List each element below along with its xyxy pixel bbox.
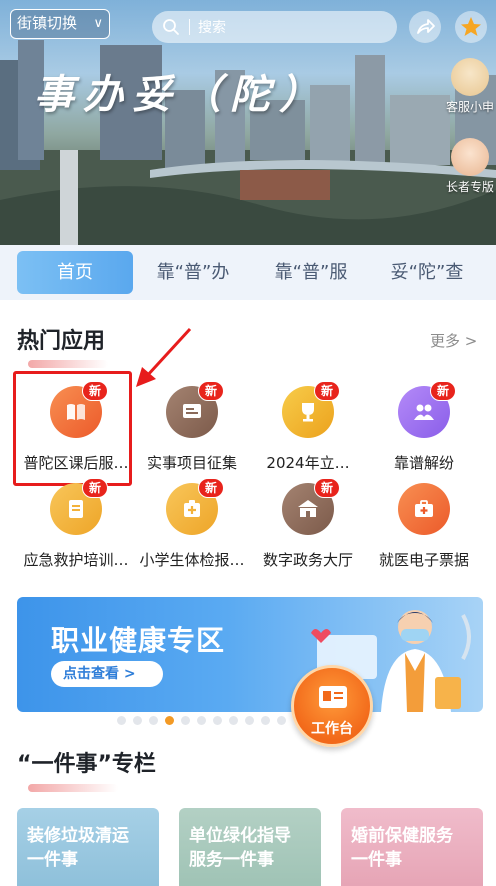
certificate-icon	[69, 500, 83, 518]
app-dispute-resolution[interactable]: 新 靠谱解纷	[362, 381, 486, 473]
app-digital-hall[interactable]: 新 数字政务大厅	[246, 478, 370, 570]
medical-box-icon	[184, 500, 200, 517]
app-icon-bg	[398, 483, 450, 535]
customer-service-label: 客服小申	[445, 100, 494, 114]
senior-mode-widget[interactable]: 长者专版	[440, 138, 496, 195]
search-input[interactable]: 搜索	[152, 11, 397, 43]
senior-mode-label: 长者专版	[445, 180, 494, 194]
tab-service-serve[interactable]: 靠“普”服	[253, 251, 369, 294]
pagination-dot[interactable]	[245, 716, 254, 725]
app-icon-bg: 新	[50, 478, 108, 535]
new-badge: 新	[198, 478, 224, 498]
new-badge: 新	[430, 381, 456, 401]
app-label: 数字政务大厅	[262, 551, 353, 569]
search-divider	[189, 19, 190, 35]
chevron-down-icon: ∨	[93, 16, 103, 31]
special-section-title: “一件事”专栏	[17, 752, 156, 777]
share-button[interactable]	[409, 11, 441, 43]
title-underline	[28, 360, 108, 368]
medkit-icon	[415, 500, 433, 517]
app-label: 应急救护培训…	[23, 551, 129, 569]
pagination-dot[interactable]	[277, 716, 286, 725]
board-icon	[183, 404, 201, 418]
pagination-dot[interactable]	[213, 716, 222, 725]
app-icon-bg: 新	[398, 381, 456, 438]
id-card-icon	[319, 686, 347, 708]
app-label: 实事项目征集	[146, 454, 237, 472]
more-link[interactable]: 更多 >	[430, 330, 477, 351]
app-icon-bg: 新	[282, 478, 340, 535]
pagination-dot[interactable]	[165, 716, 174, 725]
tab-service-check[interactable]: 妥“陀”查	[369, 251, 485, 294]
app-first-aid-training[interactable]: 新 应急救护培训…	[14, 478, 138, 570]
occupational-health-banner[interactable]: 职业健康专区 点击查看 >	[17, 597, 483, 712]
card-premarital-health[interactable]: 婚前保健服务 一件事	[341, 808, 483, 886]
new-badge: 新	[314, 478, 340, 498]
card-line2: 一件事	[351, 850, 402, 870]
card-line2: 服务一件事	[189, 850, 274, 870]
title-underline	[28, 784, 118, 792]
tab-bar: 首页 靠“普”办 靠“普”服 妥“陀”查	[0, 245, 496, 300]
app-label: 靠谱解纷	[393, 454, 454, 472]
card-line2: 一件事	[27, 850, 78, 870]
app-label: 就医电子票据	[378, 551, 469, 569]
hero-banner: 街镇切换 ∨ 搜索 事办妥（陀） 客服小申 长者专版	[0, 0, 496, 245]
card-greening-guidance[interactable]: 单位绿化指导 服务一件事	[179, 808, 321, 886]
tab-service-handle[interactable]: 靠“普”办	[135, 251, 251, 294]
app-student-checkup[interactable]: 新 小学生体检报…	[130, 478, 254, 570]
banner-title: 职业健康专区	[51, 624, 226, 657]
banner-view-button[interactable]: 点击查看 >	[51, 661, 163, 687]
card-renovation-waste[interactable]: 装修垃圾清运 一件事	[17, 808, 159, 886]
app-label: 2024年立…	[266, 454, 350, 472]
tab-home[interactable]: 首页	[17, 251, 133, 294]
pagination-dot[interactable]	[133, 716, 142, 725]
workbench-button[interactable]: 工作台	[291, 665, 373, 747]
annotation-arrow-icon	[136, 327, 192, 387]
pagination-dot[interactable]	[181, 716, 190, 725]
search-placeholder: 搜索	[198, 20, 226, 36]
pagination-dot[interactable]	[229, 716, 238, 725]
share-icon	[417, 19, 435, 34]
favorite-button[interactable]	[455, 11, 487, 43]
pagination-dot[interactable]	[261, 716, 270, 725]
page-title: 事办妥（陀）	[34, 71, 328, 118]
pagination-dot[interactable]	[117, 716, 126, 725]
customer-service-widget[interactable]: 客服小申	[440, 58, 496, 115]
new-badge: 新	[198, 381, 224, 401]
street-switch-label: 街镇切换	[17, 14, 78, 32]
card-line1: 婚前保健服务	[351, 826, 453, 846]
building-icon	[298, 500, 318, 517]
app-icon-bg: 新	[166, 381, 224, 438]
app-icon-bg: 新	[282, 381, 340, 438]
people-icon	[414, 404, 434, 420]
star-icon	[461, 17, 481, 36]
search-icon	[163, 19, 179, 35]
app-2024-project[interactable]: 新 2024年立…	[246, 381, 370, 473]
elder-avatar-icon	[451, 138, 489, 176]
new-badge: 新	[314, 381, 340, 401]
annotation-highlight-box	[13, 371, 132, 486]
workbench-label: 工作台	[311, 721, 353, 737]
street-switch-button[interactable]: 街镇切换 ∨	[10, 9, 110, 39]
trophy-icon	[302, 403, 314, 422]
pagination-dot[interactable]	[197, 716, 206, 725]
app-label: 小学生体检报…	[139, 551, 245, 569]
card-line1: 装修垃圾清运	[27, 826, 129, 846]
app-icon-bg: 新	[166, 478, 224, 535]
card-line1: 单位绿化指导	[189, 826, 291, 846]
app-medical-receipt[interactable]: 就医电子票据	[362, 483, 486, 570]
pagination-dot[interactable]	[149, 716, 158, 725]
app-project-collection[interactable]: 新 实事项目征集	[130, 381, 254, 473]
assistant-avatar-icon	[451, 58, 489, 96]
new-badge: 新	[82, 478, 108, 498]
hot-apps-title: 热门应用	[17, 329, 106, 354]
